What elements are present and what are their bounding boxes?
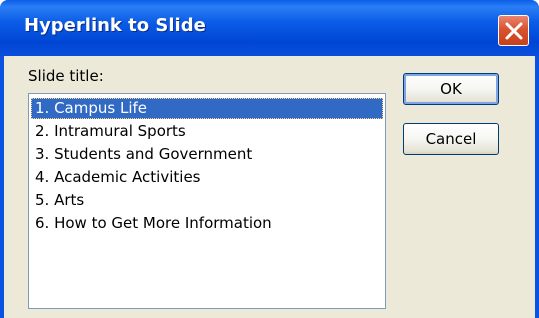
- slide-list-item[interactable]: 1. Campus Life: [31, 98, 383, 119]
- dialog-body: Slide title: 1. Campus Life 2. Intramura…: [4, 56, 535, 318]
- slide-list-item[interactable]: 4. Academic Activities: [31, 167, 383, 188]
- ok-button[interactable]: OK: [403, 73, 499, 105]
- slide-list-item[interactable]: 5. Arts: [31, 190, 383, 211]
- slide-title-label: Slide title:: [28, 67, 104, 85]
- close-icon: [505, 22, 523, 40]
- dialog-window: Hyperlink to Slide Slide title: 1. Campu…: [0, 0, 539, 318]
- title-bar[interactable]: Hyperlink to Slide: [0, 0, 539, 56]
- close-button[interactable]: [498, 15, 529, 46]
- slide-list-item[interactable]: 3. Students and Government: [31, 144, 383, 165]
- cancel-button[interactable]: Cancel: [403, 123, 499, 155]
- slide-list-item[interactable]: 2. Intramural Sports: [31, 121, 383, 142]
- slide-list-item[interactable]: 6. How to Get More Information: [31, 213, 383, 234]
- window-title: Hyperlink to Slide: [24, 15, 206, 36]
- slide-list[interactable]: 1. Campus Life 2. Intramural Sports 3. S…: [28, 93, 386, 309]
